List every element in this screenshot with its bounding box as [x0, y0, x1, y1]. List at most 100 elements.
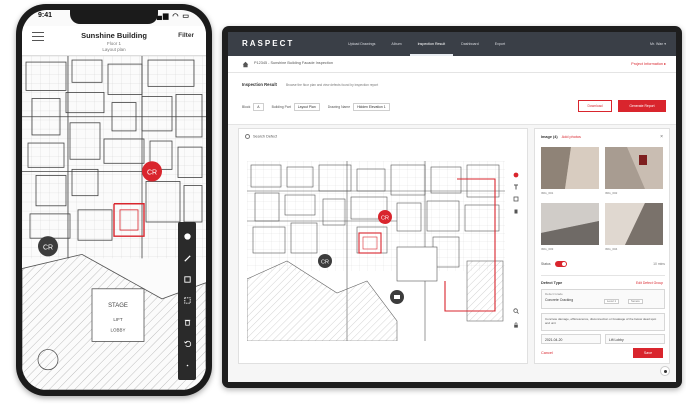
plan-toolbar-right [511, 165, 521, 214]
trash-tool-icon[interactable] [181, 316, 193, 328]
phone-notch [70, 10, 158, 24]
pen-tool-icon[interactable] [181, 252, 193, 264]
thumbnail-caption: IMG_001 [541, 191, 554, 195]
cancel-button[interactable]: Cancel [541, 351, 553, 355]
nav-dashboard[interactable]: Dashboard [453, 32, 487, 56]
web-marker-camera[interactable] [390, 290, 404, 304]
images-count-label: Image (4) [541, 135, 558, 139]
phone-header: Sunshine Building Floor 1 Layout plan Fi… [22, 26, 206, 56]
divider [541, 275, 665, 276]
status-duration: 10 mins [653, 262, 665, 266]
defect-grade-label: Defect Grade [545, 292, 563, 296]
top-navigation-bar: RASPECT Upload Drawings Album Inspection… [228, 32, 676, 56]
lock-icon[interactable] [513, 315, 519, 328]
breadcrumb: P12345 - Sunshine Building Facade Inspec… [228, 56, 676, 73]
plan-label-lift: LIFT [113, 317, 122, 322]
raspect-logo[interactable]: RASPECT [242, 39, 294, 48]
phone-floor-label[interactable]: Floor 1 [22, 41, 206, 46]
nav-links: Upload Drawings Album Inspection Result … [340, 32, 513, 56]
close-icon[interactable]: × [660, 134, 663, 140]
square-tool-icon[interactable] [181, 274, 193, 286]
undo-tool-icon[interactable] [181, 338, 193, 350]
web-floor-plan[interactable]: CR CR [247, 161, 505, 341]
drawing-name-select[interactable]: Hidden Elevation 1 [353, 103, 390, 111]
status-label: Status [541, 262, 551, 266]
defect-grade-field[interactable]: Defect Grade Concrete Cracking Level 1 S… [541, 289, 665, 309]
defect-note-value: Concrete damage, efflorescence, disconne… [545, 317, 657, 325]
help-chat-icon[interactable] [660, 366, 670, 376]
page-title: Inspection Result [242, 82, 277, 87]
block-select[interactable]: A [253, 103, 264, 111]
thumbnail-caption: IMG_004 [605, 247, 618, 251]
defect-grade-value: Concrete Cracking [545, 298, 574, 302]
save-button[interactable]: Save [633, 348, 663, 358]
defect-type-header: Defect Type [541, 281, 563, 285]
phone-screen: 9:41 ▂▄▆ ◠ ▭ Sunshine Building Floor 1 L… [22, 10, 206, 390]
status-toggle[interactable] [555, 261, 567, 267]
edit-defect-group-link[interactable]: Edit Defect Group [636, 281, 663, 285]
trash-icon[interactable] [513, 201, 519, 214]
inspection-result-header: Inspection Result Browse the floor plan … [228, 73, 676, 125]
thumbnail-caption: IMG_002 [605, 191, 618, 195]
project-breadcrumb[interactable]: P12345 - Sunshine Building Facade Inspec… [254, 61, 333, 65]
defect-photo-thumbnail[interactable] [541, 147, 599, 189]
location-value: Lift Lobby [609, 338, 624, 342]
plan-label-lobby: LOBBY [111, 327, 126, 332]
nav-inspection-result[interactable]: Inspection Result [409, 32, 454, 56]
defect-photo-thumbnail[interactable] [605, 203, 663, 245]
phone-filter-button[interactable]: Filter [178, 32, 194, 39]
drawing-name-select-label: Drawing Name [327, 105, 351, 109]
date-value: 2021-04-20 [545, 338, 563, 342]
web-marker-cr-red-label: CR [381, 216, 389, 222]
images-header: Image (4) Add photos [541, 135, 581, 139]
search-defect-placeholder: Search Defect [253, 134, 278, 139]
web-marker-cr-red[interactable]: CR [378, 210, 392, 224]
circle-tool-icon[interactable] [181, 231, 193, 243]
defect-detail-panel: Image (4) Add photos × IMG_001 IMG_002 IM… [534, 128, 670, 364]
defect-photo-thumbnail[interactable] [605, 147, 663, 189]
defect-level-chip[interactable]: Level 1 [604, 299, 620, 304]
page-description: Browse the floor plan and view defects f… [286, 83, 379, 87]
phone-marker-cr-dark-label: CR [43, 244, 53, 251]
home-icon[interactable] [242, 61, 249, 68]
search-defect-field[interactable]: Search Defect [245, 134, 277, 139]
filter-selects: Block A Building Part Layout Plan Drawin… [242, 103, 398, 111]
generate-report-button[interactable]: Generate Report [618, 100, 666, 112]
web-marker-cr-dark-label: CR [321, 260, 329, 266]
phone-layout-label[interactable]: Layout plan [22, 47, 206, 52]
phone-annotation-toolbar [178, 222, 196, 380]
defect-photo-thumbnail[interactable] [541, 203, 599, 245]
user-menu[interactable]: Mr. Wan ▾ [650, 32, 666, 56]
block-select-label: Block [242, 105, 251, 109]
nav-export[interactable]: Export [487, 32, 513, 56]
dashed-square-tool-icon[interactable] [181, 295, 193, 307]
building-part-select[interactable]: Layout Plan [293, 103, 320, 111]
phone-marker-cr-red-label: CR [147, 169, 157, 176]
phone-device: 9:41 ▂▄▆ ◠ ▭ Sunshine Building Floor 1 L… [16, 4, 212, 396]
defect-severity-chip[interactable]: Severe [628, 299, 643, 304]
nav-upload-drawings[interactable]: Upload Drawings [340, 32, 383, 56]
plan-zoom-tools [511, 301, 521, 329]
plan-label-stage: STAGE [108, 303, 128, 309]
defect-note-field[interactable]: Concrete damage, efflorescence, disconne… [541, 313, 665, 331]
zoom-in-icon[interactable] [513, 301, 519, 314]
location-field[interactable]: Lift Lobby [605, 334, 665, 344]
download-button[interactable]: Download [578, 100, 612, 112]
nav-album[interactable]: Album [383, 32, 409, 56]
search-icon [245, 134, 250, 139]
floor-plan-card: Search Defect CR CR [238, 128, 528, 364]
web-marker-cr-dark[interactable]: CR [318, 254, 332, 268]
building-part-select-label: Building Part [271, 105, 291, 109]
phone-marker-cr-red[interactable]: CR [142, 161, 162, 182]
location-pin-icon[interactable] [513, 165, 519, 178]
thumbnail-caption: IMG_003 [541, 247, 554, 251]
phone-marker-cr-dark[interactable]: CR [38, 236, 58, 257]
add-photos-link[interactable]: Add photos [562, 135, 581, 139]
status-row: Status 10 mins [541, 261, 665, 269]
text-tool-icon[interactable] [513, 177, 519, 190]
project-information-link[interactable]: Project Information ▸ [631, 61, 666, 66]
square-tool-icon[interactable] [513, 189, 519, 202]
more-dot-icon[interactable] [181, 359, 193, 371]
date-field[interactable]: 2021-04-20 [541, 334, 601, 344]
phone-time: 9:41 [38, 12, 53, 19]
